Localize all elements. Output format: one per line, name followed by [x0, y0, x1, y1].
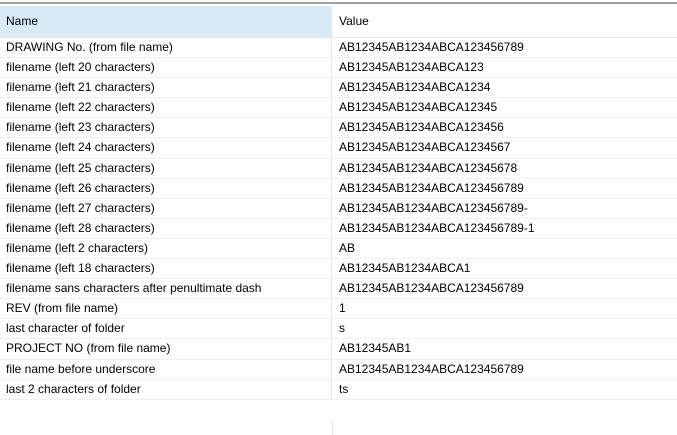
- table-row[interactable]: REV (from file name) 1: [0, 299, 677, 320]
- row-value[interactable]: AB12345AB1234ABCA123456789: [332, 179, 677, 198]
- row-name: filename (left 22 characters): [0, 98, 332, 118]
- row-name: filename (left 20 characters): [0, 58, 332, 78]
- row-value[interactable]: AB12345AB1234ABCA123456789: [332, 38, 677, 57]
- row-name: filename (left 28 characters): [0, 218, 332, 238]
- row-name: filename (left 21 characters): [0, 78, 332, 98]
- row-value[interactable]: AB12345AB1234ABCA123456789: [332, 279, 677, 298]
- table-row[interactable]: file name before underscore AB12345AB1234…: [0, 359, 677, 380]
- table-row[interactable]: filename (left 27 characters) AB12345AB12…: [0, 198, 677, 219]
- properties-grid: Name Value DRAWING No. (from file name) A…: [0, 6, 677, 400]
- row-name: file name before underscore: [0, 359, 332, 379]
- row-value[interactable]: AB12345AB1234ABCA123456: [332, 118, 677, 137]
- row-value[interactable]: AB12345AB1234ABCA123456789-1: [332, 219, 677, 238]
- row-name: last 2 characters of folder: [0, 379, 332, 399]
- row-value[interactable]: AB12345AB1234ABCA12345: [332, 98, 677, 117]
- row-name: filename (left 26 characters): [0, 178, 332, 198]
- row-value[interactable]: ts: [332, 380, 677, 399]
- table-row[interactable]: filename (left 21 characters) AB12345AB12…: [0, 78, 677, 99]
- row-value[interactable]: AB12345AB1234ABCA123: [332, 58, 677, 77]
- row-value[interactable]: 1: [332, 299, 677, 318]
- table-row[interactable]: PROJECT NO (from file name) AB12345AB1: [0, 339, 677, 360]
- row-name: filename sans characters after penultima…: [0, 279, 332, 299]
- table-row[interactable]: filename (left 28 characters) AB12345AB12…: [0, 218, 677, 239]
- row-name: filename (left 18 characters): [0, 259, 332, 279]
- row-value[interactable]: AB12345AB1234ABCA123456789: [332, 360, 677, 379]
- row-value[interactable]: AB12345AB1234ABCA1: [332, 259, 677, 278]
- table-row[interactable]: filename (left 20 characters) AB12345AB12…: [0, 58, 677, 79]
- table-row[interactable]: last character of folder s: [0, 319, 677, 340]
- row-value[interactable]: AB12345AB1234ABCA12345678: [332, 159, 677, 178]
- row-value[interactable]: AB12345AB1: [332, 339, 677, 358]
- table-row[interactable]: filename (left 22 characters) AB12345AB12…: [0, 98, 677, 119]
- row-name: PROJECT NO (from file name): [0, 339, 332, 359]
- row-value[interactable]: AB: [332, 239, 677, 258]
- table-row[interactable]: DRAWING No. (from file name) AB12345AB123…: [0, 38, 677, 59]
- row-name: last character of folder: [0, 319, 332, 339]
- row-name: filename (left 23 characters): [0, 118, 332, 138]
- table-row[interactable]: filename (left 24 characters) AB12345AB12…: [0, 138, 677, 159]
- column-header-value[interactable]: Value: [332, 6, 677, 37]
- row-value[interactable]: AB12345AB1234ABCA1234: [332, 78, 677, 97]
- table-row[interactable]: filename (left 18 characters) AB12345AB12…: [0, 259, 677, 280]
- table-row[interactable]: last 2 characters of folder ts: [0, 379, 677, 400]
- table-row[interactable]: filename (left 26 characters) AB12345AB12…: [0, 178, 677, 199]
- row-name: DRAWING No. (from file name): [0, 38, 332, 58]
- row-name: filename (left 2 characters): [0, 238, 332, 259]
- table-row[interactable]: filename sans characters after penultima…: [0, 279, 677, 300]
- row-name: filename (left 25 characters): [0, 158, 332, 178]
- row-value[interactable]: AB12345AB1234ABCA1234567: [332, 138, 677, 157]
- table-row[interactable]: filename (left 2 characters) AB: [0, 238, 677, 260]
- row-value[interactable]: AB12345AB1234ABCA123456789-: [332, 199, 677, 218]
- column-divider: [332, 420, 333, 435]
- row-value[interactable]: s: [332, 319, 677, 338]
- column-header-name[interactable]: Name: [0, 6, 332, 37]
- table-row[interactable]: filename (left 25 characters) AB12345AB12…: [0, 158, 677, 179]
- row-name: filename (left 27 characters): [0, 198, 332, 218]
- row-name: REV (from file name): [0, 299, 332, 319]
- table-row[interactable]: filename (left 23 characters) AB12345AB12…: [0, 118, 677, 139]
- top-border: [0, 2, 677, 4]
- grid-header: Name Value: [0, 6, 677, 38]
- row-name: filename (left 24 characters): [0, 138, 332, 158]
